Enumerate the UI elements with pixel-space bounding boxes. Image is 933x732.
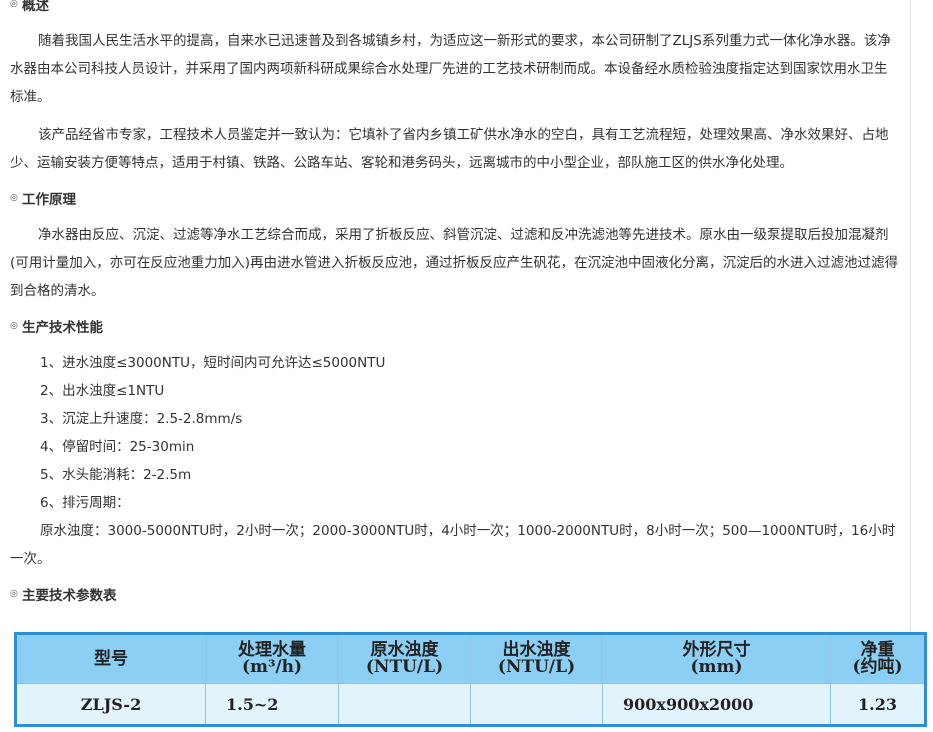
spec-table: 型号 处理水量 (m³/h) 原水浊度 (NTU/L) 出水浊度 (NTU/L) 外形… [14, 632, 927, 727]
header-weight: 净重 (约吨) [830, 633, 926, 684]
list-item: 5、水头能消耗：2-2.5m [40, 467, 192, 483]
list-item: 1、进水浊度≤3000NTU，短时间内可允许达≤5000NTU [40, 355, 386, 371]
list-item: 6、排污周期： [40, 495, 130, 511]
header-dimensions: 外形尺寸 (mm) [602, 633, 831, 684]
spec-table-wrapper: 型号 处理水量 (m³/h) 原水浊度 (NTU/L) 出水浊度 (NTU/L) 外形… [14, 632, 927, 732]
cell-weight: 1.23 [830, 683, 926, 726]
header-raw-turbidity: 原水浊度 (NTU/L) [338, 633, 471, 684]
section-heading-specs: ◎ 主要技术参数表 [10, 583, 900, 605]
discharge-cycle-note: 原水浊度：3000-5000NTU时，2小时一次；2000-3000NTU时，4… [10, 523, 896, 567]
cell-out-turbidity [470, 683, 603, 726]
article-content: ◎ 概述 随着我国人民生活水平的提高，自来水已迅速普及到各城镇乡村，为适应这一新… [10, 0, 900, 617]
list-item: 3、沉淀上升速度：2.5-2.8mm/s [40, 411, 243, 427]
header-out-turbidity: 出水浊度 (NTU/L) [470, 633, 603, 684]
section-title: 概述 [22, 0, 49, 14]
section-heading-principle: ◎ 工作原理 [10, 187, 900, 209]
cell-dimensions: 900x900x2000 [602, 683, 831, 726]
table-row: ZLJS-2 1.5~2 900x900x2000 1.23 [15, 683, 926, 726]
circle-bullet-icon: ◎ [10, 193, 18, 203]
section-title: 生产技术性能 [22, 320, 103, 336]
circle-bullet-icon: ◎ [10, 589, 18, 599]
overview-paragraph-2: 该产品经省市专家，工程技术人员鉴定并一致认为：它填补了省内乡镇工矿供水净水的空白… [10, 127, 889, 171]
section-heading-performance: ◎ 生产技术性能 [10, 315, 900, 337]
header-model: 型号 [15, 633, 206, 684]
cell-model: ZLJS-2 [15, 683, 206, 726]
circle-bullet-icon: ◎ [10, 321, 18, 331]
performance-list: 1、进水浊度≤3000NTU，短时间内可允许达≤5000NTU 2、出水浊度≤1… [10, 349, 900, 573]
list-item: 2、出水浊度≤1NTU [40, 383, 165, 399]
section-title: 工作原理 [22, 192, 76, 208]
cell-capacity: 1.5~2 [205, 683, 339, 726]
content-right-border [910, 0, 911, 724]
principle-paragraph: 净水器由反应、沉淀、过滤等净水工艺综合而成，采用了折板反应、斜管沉淀、过滤和反冲… [10, 227, 899, 299]
cell-raw-turbidity [338, 683, 471, 726]
section-heading-overview: ◎ 概述 [10, 0, 900, 15]
section-title: 主要技术参数表 [22, 588, 117, 604]
list-item: 4、停留时间：25-30min [40, 439, 195, 455]
overview-paragraph-1: 随着我国人民生活水平的提高，自来水已迅速普及到各城镇乡村，为适应这一新形式的要求… [10, 33, 891, 105]
header-capacity: 处理水量 (m³/h) [205, 633, 339, 684]
table-header-row: 型号 处理水量 (m³/h) 原水浊度 (NTU/L) 出水浊度 (NTU/L) 外形… [15, 633, 926, 684]
circle-bullet-icon: ◎ [10, 0, 18, 9]
